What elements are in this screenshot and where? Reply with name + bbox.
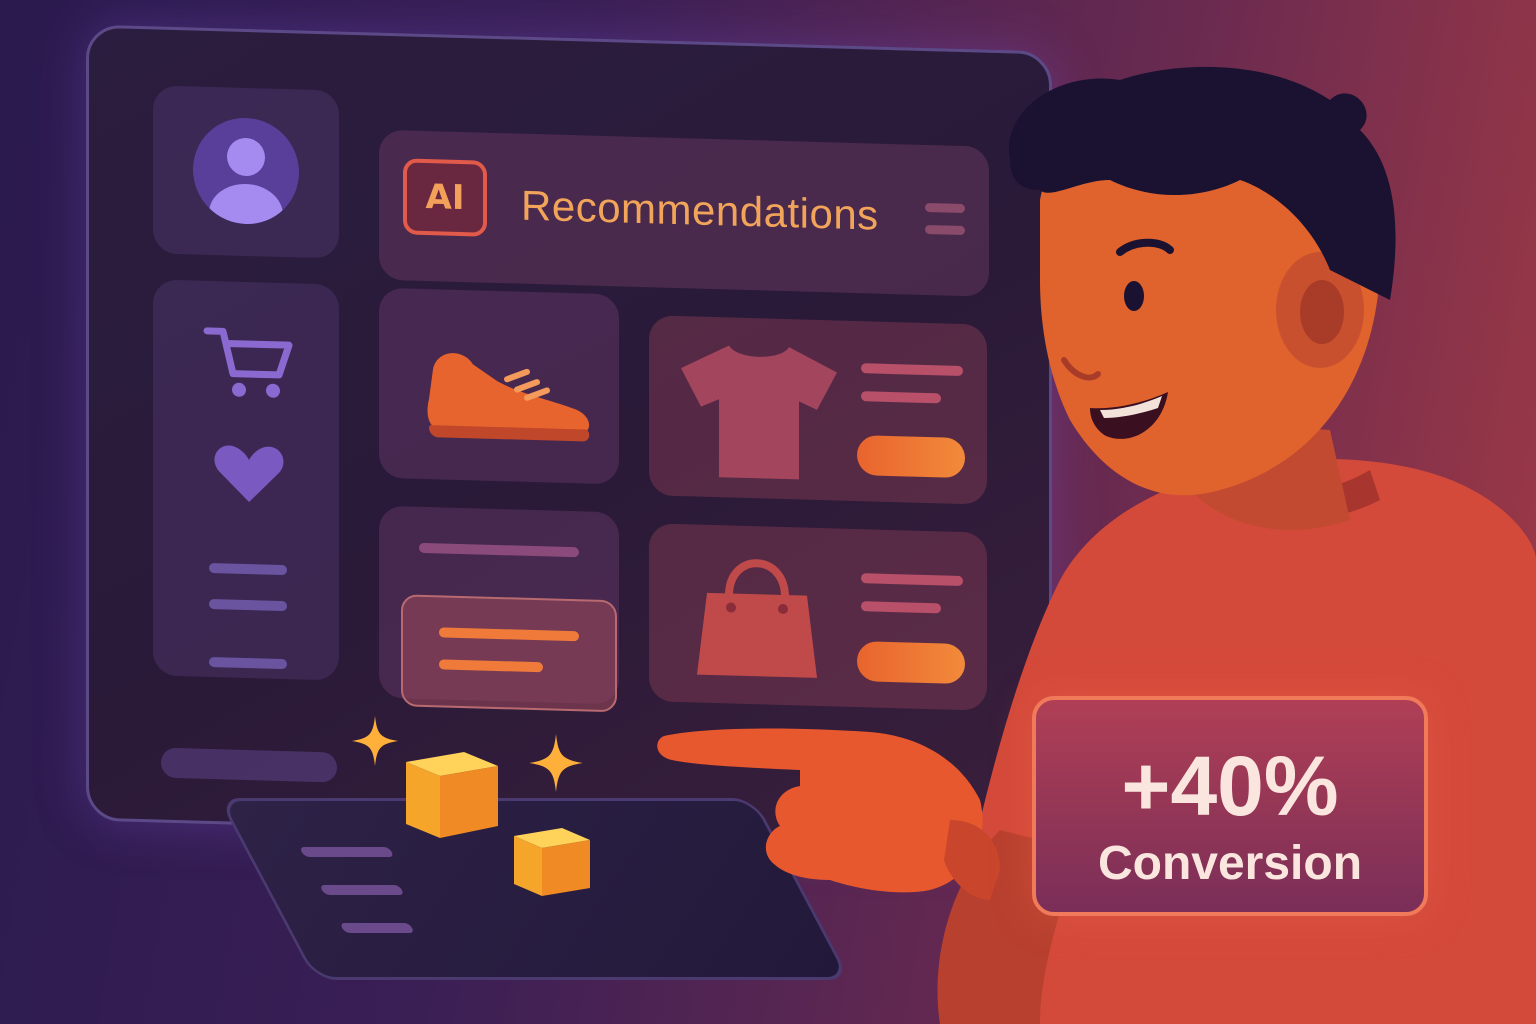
tablet-line — [339, 923, 415, 933]
sparkle-icon — [352, 716, 398, 766]
product-card-sneaker[interactable] — [379, 287, 619, 485]
highlighted-offer[interactable] — [401, 594, 617, 713]
product-cube-icon — [514, 828, 590, 896]
sneaker-icon — [427, 353, 590, 442]
conversion-stat-card: +40% Conversion — [1032, 696, 1428, 916]
sidebar-nav — [153, 279, 339, 681]
nav-line — [209, 562, 287, 576]
product-card-promo[interactable] — [379, 505, 619, 713]
nav-line — [209, 598, 287, 612]
profile-card — [153, 85, 339, 259]
offer-line — [439, 659, 543, 673]
conversion-label: Conversion — [1097, 837, 1363, 890]
sparkle-icon — [529, 734, 583, 792]
status-bar — [161, 747, 337, 783]
conversion-value: +40% — [1121, 739, 1339, 833]
illustration-scene: AI Recommendations +40% Conversion — [0, 0, 1536, 1024]
tablet-line — [319, 885, 405, 895]
nav-line — [209, 656, 287, 670]
ai-badge: AI — [403, 158, 487, 237]
product-cube-icon — [406, 752, 498, 838]
cart-icon[interactable] — [201, 323, 297, 406]
promo-line — [419, 542, 579, 558]
tablet-line — [299, 847, 395, 857]
offer-line — [439, 627, 579, 642]
user-avatar-icon[interactable] — [193, 116, 299, 226]
heart-icon[interactable] — [211, 441, 287, 507]
